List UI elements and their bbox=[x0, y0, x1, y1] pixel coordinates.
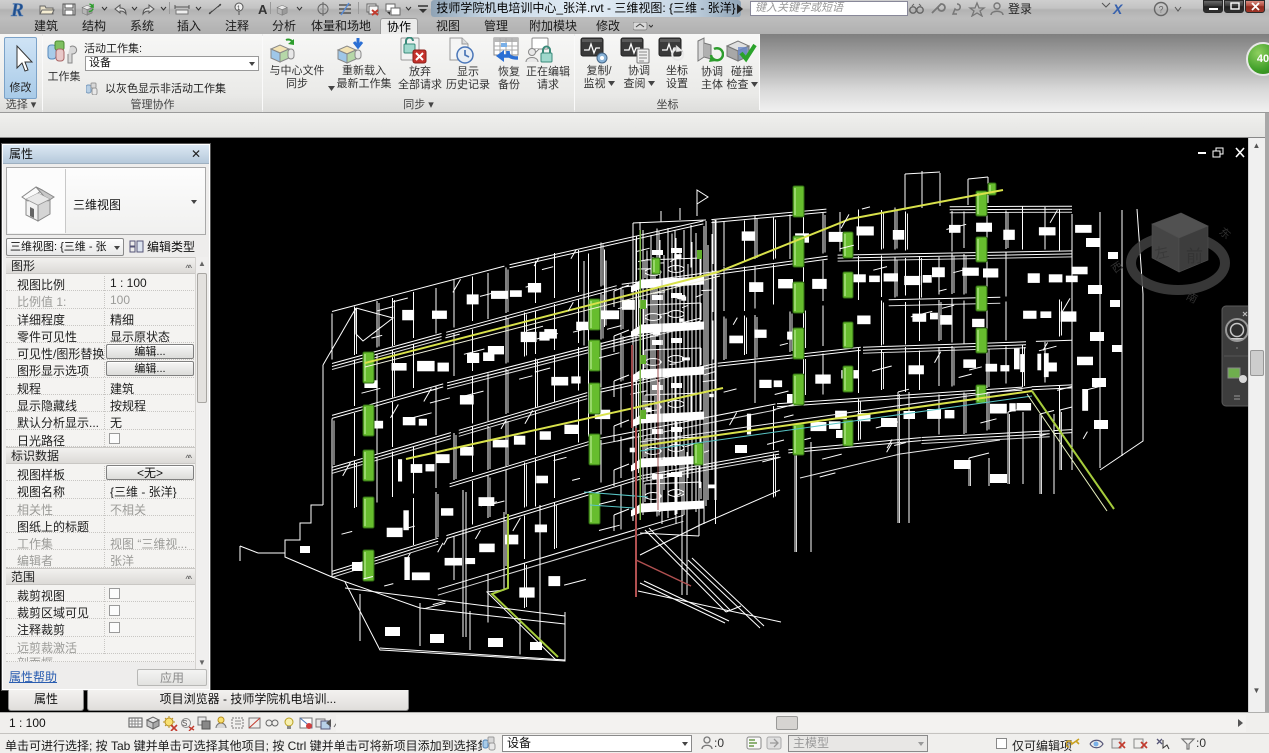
svg-text:西: 西 bbox=[1110, 260, 1126, 276]
svg-text:R: R bbox=[10, 0, 24, 18]
svg-text:X: X bbox=[1112, 1, 1124, 17]
svg-text:?: ? bbox=[1159, 5, 1164, 15]
svg-text:A: A bbox=[258, 2, 268, 16]
svg-text:前: 前 bbox=[1186, 247, 1203, 266]
svg-text:S: S bbox=[182, 719, 187, 728]
svg-text:东: 东 bbox=[1216, 225, 1233, 242]
